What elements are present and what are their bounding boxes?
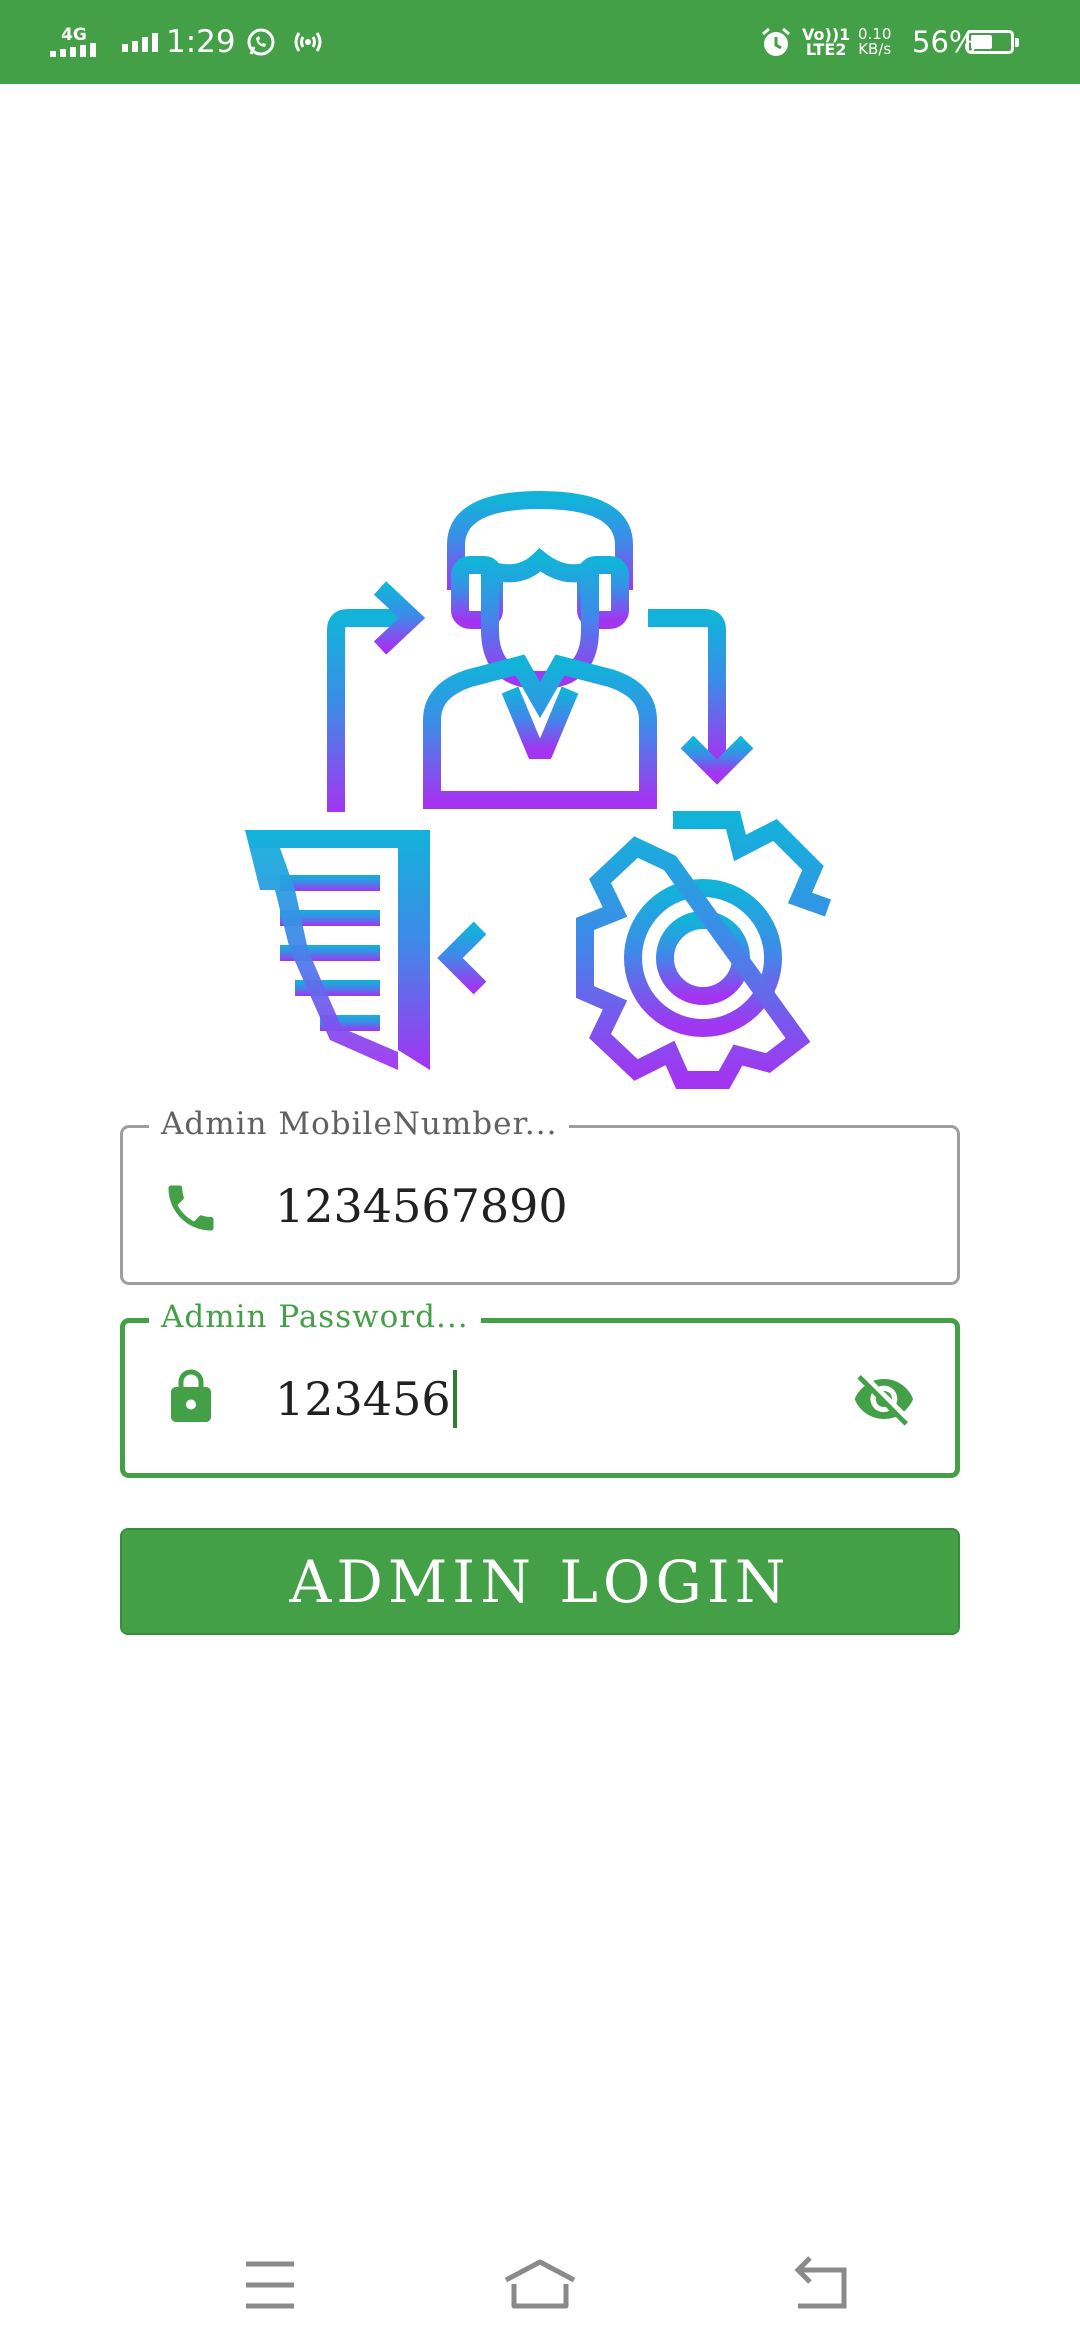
lock-icon <box>171 1369 211 1422</box>
volte-indicator: Vo))1 LTE2 <box>802 0 850 84</box>
mobile-number-field[interactable]: Admin MobileNumber... 1234567890 <box>120 1104 960 1285</box>
whatsapp-icon <box>246 0 276 84</box>
volte-line2: LTE2 <box>805 40 847 59</box>
clock: 1:29 <box>166 24 236 60</box>
navigation-bar <box>0 2230 1080 2340</box>
alarm-icon <box>760 0 792 84</box>
admin-workflow-icon <box>245 490 832 1089</box>
password-label: Admin Password... <box>149 1297 481 1337</box>
phone-icon <box>168 1185 214 1231</box>
password-input[interactable]: 123456 <box>275 1367 457 1431</box>
home-icon[interactable] <box>500 2250 580 2320</box>
status-bar: 4G 1:29 Vo))1 LTE2 0.10 KB/s 56% <box>0 0 1080 84</box>
network-indicator: 4G <box>50 0 98 84</box>
back-icon[interactable] <box>782 2250 862 2320</box>
admin-login-button[interactable]: ADMIN LOGIN <box>120 1528 960 1635</box>
network-type: 4G <box>61 25 87 45</box>
mobile-number-label: Admin MobileNumber... <box>149 1104 570 1144</box>
signal-icon <box>122 0 162 84</box>
hotspot-icon <box>290 0 326 84</box>
battery-fill <box>971 35 993 49</box>
speed-unit: KB/s <box>858 40 892 58</box>
menu-icon[interactable] <box>230 2250 310 2320</box>
signal-icon <box>50 43 96 57</box>
mobile-number-input[interactable]: 1234567890 <box>275 1174 568 1238</box>
battery-icon <box>966 0 1019 84</box>
network-speed: 0.10 KB/s <box>858 0 891 84</box>
text-caret <box>452 1370 457 1428</box>
visibility-off-icon[interactable] <box>849 1367 919 1431</box>
password-field[interactable]: Admin Password... 123456 <box>120 1297 960 1478</box>
password-value: 123456 <box>275 1372 451 1426</box>
